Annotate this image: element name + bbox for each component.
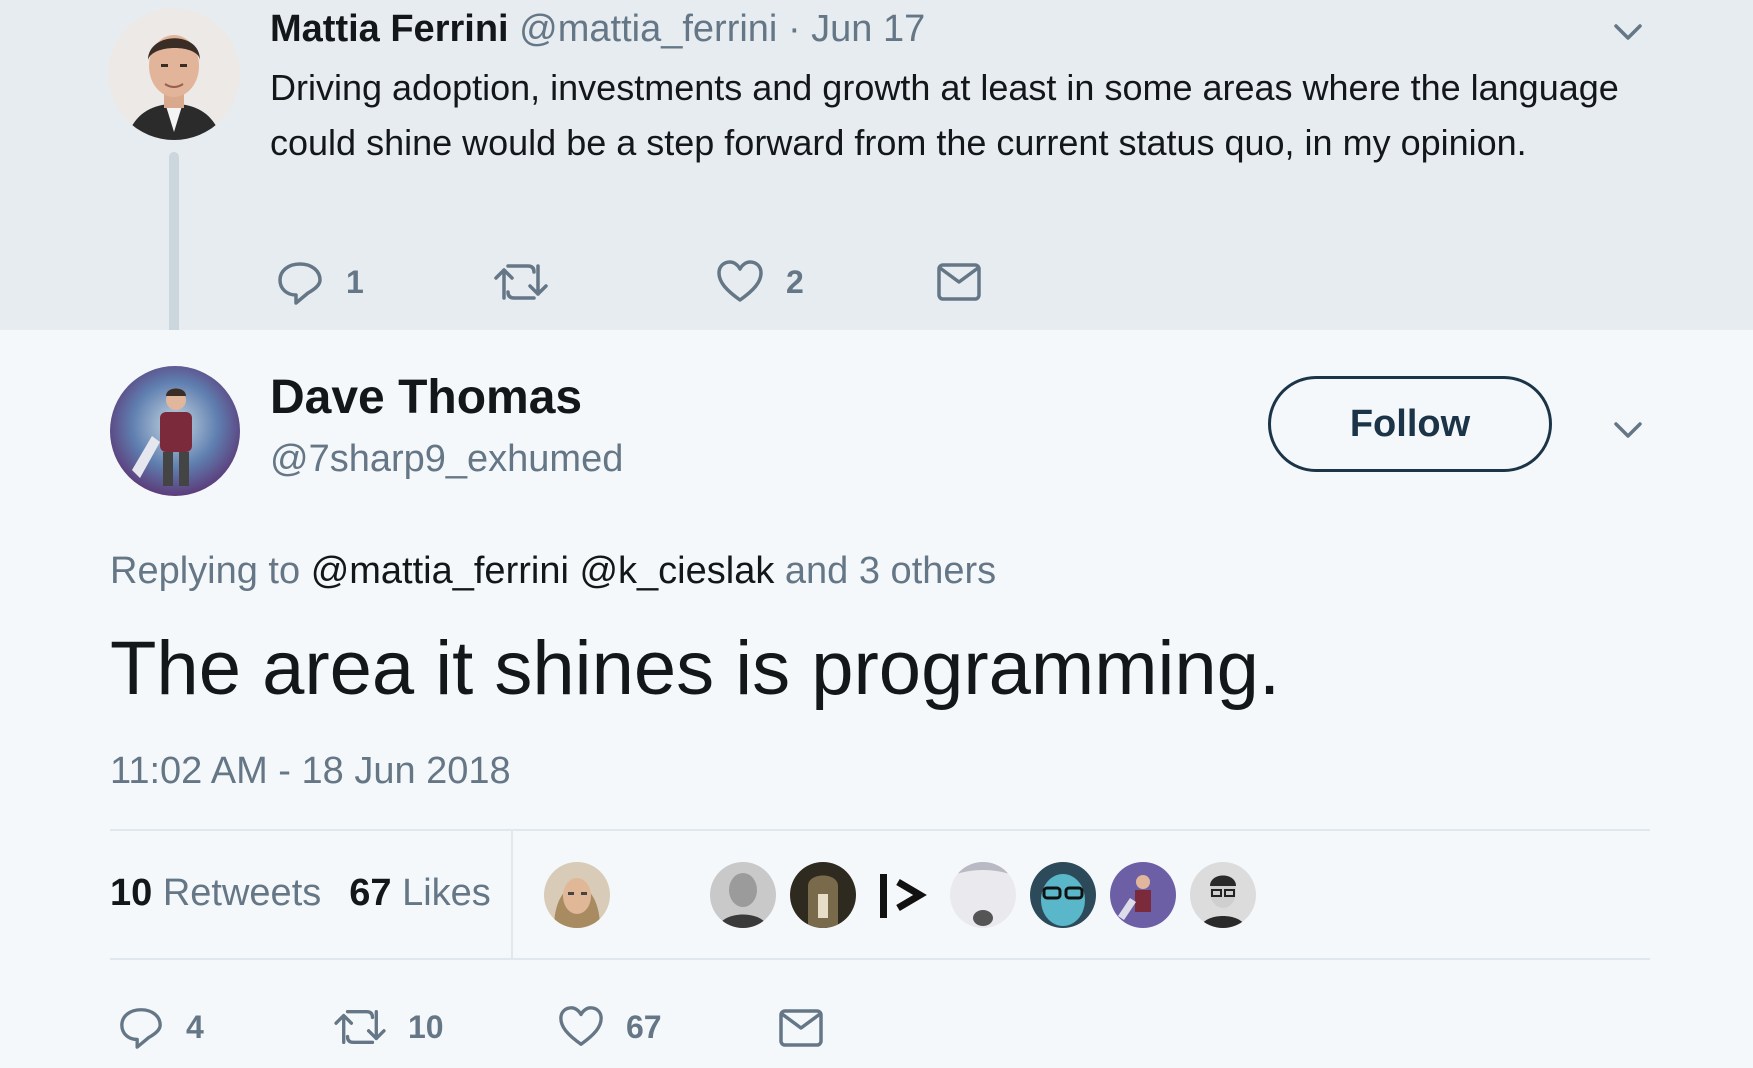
reply-icon bbox=[278, 262, 322, 305]
replying-prefix: Replying to bbox=[110, 550, 301, 592]
retweets-label: Retweets bbox=[162, 872, 322, 914]
liker-avatar[interactable] bbox=[1190, 862, 1256, 928]
liker-avatar[interactable] bbox=[1110, 862, 1176, 928]
likes-count: 67 bbox=[349, 872, 392, 914]
stats-divider bbox=[511, 830, 513, 958]
retweets-stat[interactable]: 10 Retweets bbox=[110, 872, 321, 914]
reply-count: 4 bbox=[186, 1008, 204, 1045]
retweet-icon bbox=[494, 264, 548, 300]
heart-icon bbox=[717, 260, 763, 302]
retweet-button[interactable]: 10 bbox=[334, 1004, 444, 1050]
liker-avatar[interactable] bbox=[544, 862, 610, 928]
reply-button[interactable]: 4 bbox=[118, 1004, 204, 1050]
like-count: 2 bbox=[786, 263, 804, 300]
dave-thomas-avatar[interactable] bbox=[110, 366, 240, 496]
tweet-timestamp[interactable]: 11:02 AM - 18 Jun 2018 bbox=[110, 750, 511, 793]
likes-stat[interactable]: 67 Likes bbox=[349, 872, 491, 914]
parent-tweet-text: Driving adoption, investments and growth… bbox=[270, 67, 1619, 163]
heart-icon bbox=[559, 1006, 603, 1046]
parent-tweet-header: Mattia Ferrini @mattia_ferrini · Jun 17 bbox=[270, 8, 925, 51]
mention-link[interactable]: @k_cieslak bbox=[579, 550, 774, 592]
tweet-stats: 10 Retweets 67 Likes bbox=[110, 872, 491, 915]
liker-avatar[interactable] bbox=[710, 862, 776, 928]
divider bbox=[110, 829, 1650, 831]
liker-avatar[interactable] bbox=[790, 862, 856, 928]
retweets-count: 10 bbox=[110, 872, 153, 914]
retweet-button[interactable] bbox=[494, 258, 570, 306]
follow-button[interactable]: Follow bbox=[1268, 376, 1552, 472]
reply-icon bbox=[120, 1008, 162, 1049]
liker-avatar[interactable] bbox=[1030, 862, 1096, 928]
retweet-count: 10 bbox=[408, 1008, 444, 1045]
author-name[interactable]: Dave Thomas bbox=[270, 370, 582, 425]
liker-avatar[interactable] bbox=[950, 862, 1016, 928]
like-button[interactable]: 2 bbox=[716, 258, 804, 306]
header-separator: · bbox=[787, 8, 801, 50]
likes-label: Likes bbox=[402, 872, 491, 914]
mattia-avatar[interactable] bbox=[108, 8, 240, 140]
reply-count: 1 bbox=[346, 263, 364, 300]
divider bbox=[110, 958, 1650, 960]
like-button[interactable]: 67 bbox=[558, 1004, 662, 1050]
author-handle[interactable]: @7sharp9_exhumed bbox=[270, 438, 623, 481]
direct-message-button[interactable] bbox=[936, 262, 982, 302]
thread-connector-line bbox=[169, 152, 179, 348]
chevron-down-icon[interactable] bbox=[1606, 10, 1650, 54]
like-count: 67 bbox=[626, 1008, 662, 1045]
envelope-icon bbox=[779, 1009, 823, 1047]
parent-author-name[interactable]: Mattia Ferrini bbox=[270, 8, 509, 50]
others-link[interactable]: and 3 others bbox=[785, 550, 996, 592]
tweet-text: The area it shines is programming. bbox=[110, 626, 1281, 711]
chevron-down-icon[interactable] bbox=[1606, 408, 1650, 452]
mention-link[interactable]: @mattia_ferrini bbox=[311, 550, 569, 592]
envelope-icon bbox=[937, 263, 981, 301]
retweet-icon bbox=[334, 1009, 386, 1045]
liker-avatar[interactable] bbox=[870, 862, 936, 928]
parent-author-handle[interactable]: @mattia_ferrini bbox=[519, 8, 777, 50]
reply-button[interactable]: 1 bbox=[276, 258, 364, 306]
parent-tweet[interactable]: Mattia Ferrini @mattia_ferrini · Jun 17 … bbox=[0, 0, 1753, 348]
parent-tweet-date[interactable]: Jun 17 bbox=[811, 8, 925, 50]
replying-to: Replying to @mattia_ferrini @k_cieslak a… bbox=[110, 550, 996, 593]
direct-message-button[interactable] bbox=[778, 1008, 824, 1048]
